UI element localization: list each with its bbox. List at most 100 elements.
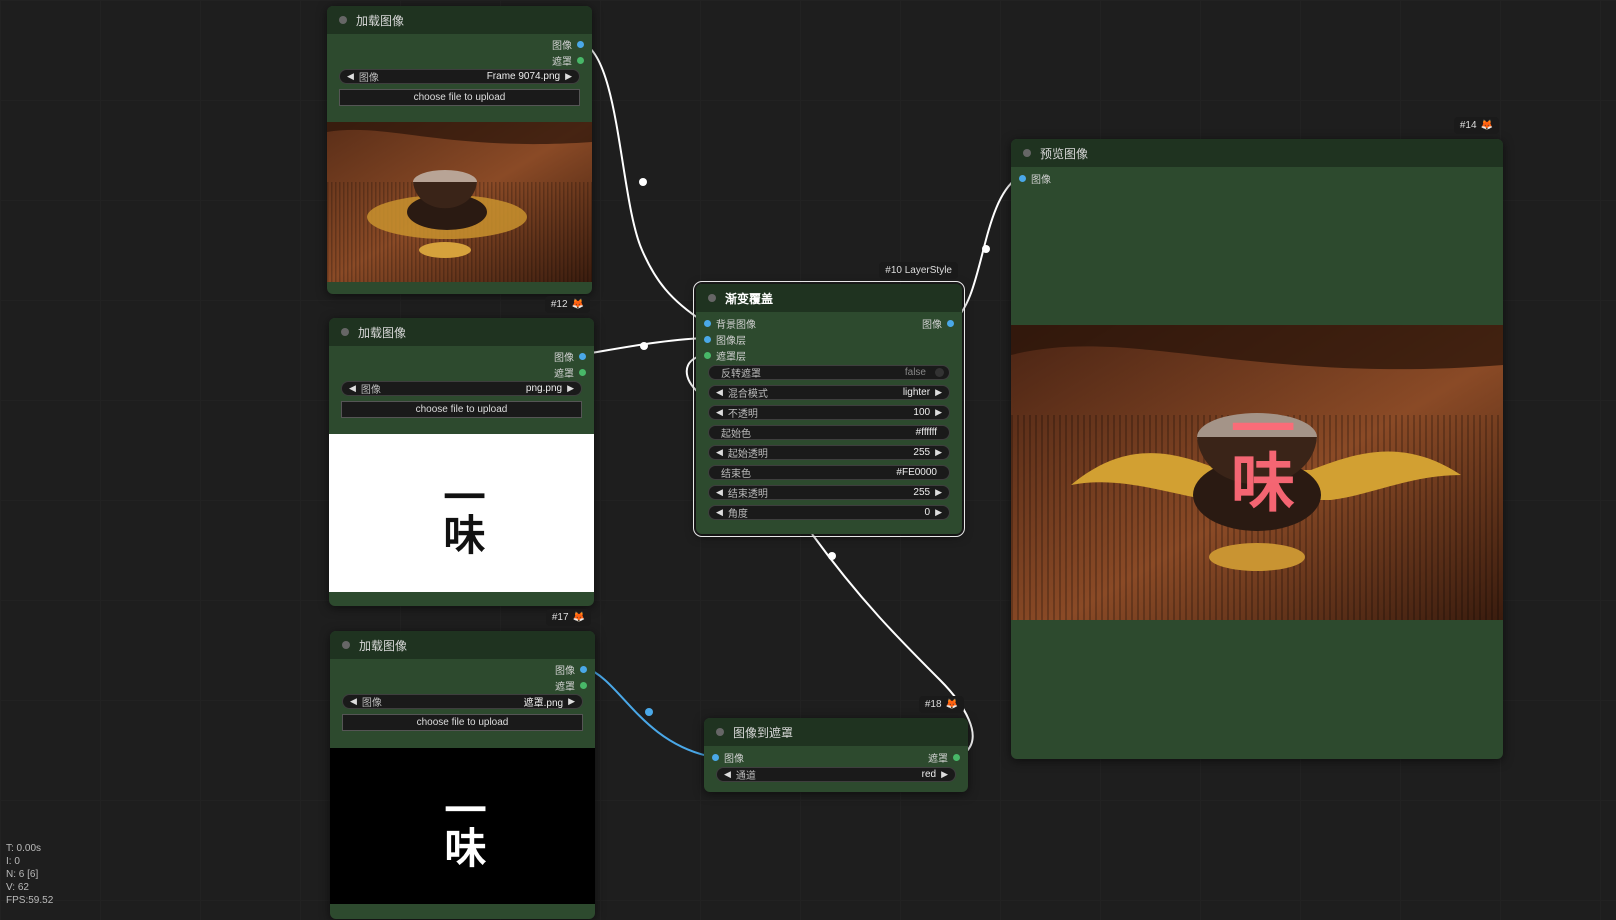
slot-dot-icon[interactable] — [579, 369, 586, 376]
right-arrow-icon[interactable]: ▶ — [935, 407, 942, 418]
start-alpha-number[interactable]: ◀ 起始透明 255 ▶ — [708, 445, 950, 460]
slot-dot-icon[interactable] — [704, 336, 711, 343]
output-mask-slot[interactable]: 遮罩 — [928, 750, 960, 765]
slot-dot-icon[interactable] — [580, 682, 587, 689]
widget-label: 图像 — [358, 73, 379, 84]
node-header[interactable]: 加载图像 — [330, 631, 595, 659]
right-arrow-icon[interactable]: ▶ — [935, 447, 942, 458]
output-mask-slot[interactable]: 遮罩 — [552, 53, 584, 68]
input-background-slot[interactable]: 背景图像 — [704, 316, 756, 331]
node-id-badge: #18 🦊 — [918, 696, 964, 713]
output-image-slot[interactable]: 图像 — [555, 662, 587, 677]
output-mask-slot[interactable]: 遮罩 — [554, 365, 586, 380]
slot-dot-icon[interactable] — [577, 57, 584, 64]
right-arrow-icon[interactable]: ▶ — [565, 71, 572, 82]
collapse-dot-icon[interactable] — [716, 728, 724, 736]
left-arrow-icon[interactable]: ◀ — [716, 507, 723, 518]
node-header[interactable]: 预览图像 — [1011, 139, 1503, 167]
toggle-knob[interactable] — [935, 368, 944, 377]
collapse-dot-icon[interactable] — [339, 16, 347, 24]
right-arrow-icon[interactable]: ▶ — [935, 507, 942, 518]
load-image-node-1[interactable]: 加载图像 图像 遮罩 ◀ 图像 Frame 9074.png ▶ choose … — [327, 6, 592, 294]
collapse-dot-icon[interactable] — [342, 641, 350, 649]
right-arrow-icon[interactable]: ▶ — [567, 383, 574, 394]
image-to-mask-node[interactable]: #18 🦊 图像到遮罩 图像 遮罩 ◀ 通道 red ▶ — [704, 696, 968, 792]
node-id: #18 — [924, 699, 942, 710]
right-arrow-icon[interactable]: ▶ — [941, 769, 948, 780]
collapse-dot-icon[interactable] — [341, 328, 349, 336]
slot-dot-icon[interactable] — [947, 320, 954, 327]
collapse-dot-icon[interactable] — [708, 294, 716, 302]
widget-label: 通道 — [735, 771, 756, 782]
input-image-slot[interactable]: 图像 — [1019, 171, 1051, 186]
input-image-slot[interactable]: 图像 — [712, 750, 744, 765]
node-header[interactable]: 加载图像 — [329, 318, 594, 346]
left-arrow-icon[interactable]: ◀ — [724, 769, 731, 780]
slot-dot-icon[interactable] — [712, 754, 719, 761]
output-image-slot[interactable]: 图像 — [922, 316, 954, 331]
left-arrow-icon[interactable]: ◀ — [716, 447, 723, 458]
left-arrow-icon[interactable]: ◀ — [716, 407, 723, 418]
input-mask-slot[interactable]: 遮罩层 — [704, 348, 746, 363]
link-dot — [982, 245, 990, 253]
left-arrow-icon[interactable]: ◀ — [347, 71, 354, 82]
left-arrow-icon[interactable]: ◀ — [349, 383, 356, 394]
slot-dot-icon[interactable] — [577, 41, 584, 48]
blend-mode-combo[interactable]: ◀ 混合模式 lighter ▶ — [708, 385, 950, 400]
image-combo[interactable]: ◀ 图像 Frame 9074.png ▶ — [339, 69, 580, 84]
channel-combo[interactable]: ◀ 通道 red ▶ — [716, 767, 956, 782]
slot-dot-icon[interactable] — [704, 320, 711, 327]
image-combo[interactable]: ◀ 图像 png.png ▶ — [341, 381, 582, 396]
link-dot — [640, 342, 648, 350]
node-id-badge: #14 🦊 — [1453, 117, 1499, 134]
slot-dot-icon[interactable] — [1019, 175, 1026, 182]
link-load2-to-layer — [584, 337, 705, 355]
slot-label: 图像 — [724, 754, 744, 765]
node-id: #17 — [551, 612, 569, 623]
input-layer-slot[interactable]: 图像层 — [704, 332, 746, 347]
output-image-slot[interactable]: 图像 — [554, 349, 586, 364]
gradient-overlay-node[interactable]: #10 LayerStyle 渐变覆盖 背景图像 图像层 遮罩层 图像 反转遮罩… — [693, 262, 965, 537]
widget-value: #FE0000 — [896, 467, 937, 478]
right-arrow-icon[interactable]: ▶ — [935, 487, 942, 498]
invert-mask-toggle[interactable]: 反转遮罩 false — [708, 365, 950, 380]
start-color-field[interactable]: 起始色 #ffffff — [708, 425, 950, 440]
right-arrow-icon[interactable]: ▶ — [568, 696, 575, 707]
preview-image-node[interactable]: #14 🦊 预览图像 图像 一味 — [1011, 117, 1503, 759]
slot-dot-icon[interactable] — [953, 754, 960, 761]
canvas-stats: T: 0.00s I: 0 N: 6 [6] V: 62 FPS:59.52 — [6, 842, 53, 907]
link-load1-to-bg — [582, 42, 705, 323]
end-color-field[interactable]: 结束色 #FE0000 — [708, 465, 950, 480]
slot-label: 图像 — [554, 353, 574, 364]
upload-button[interactable]: choose file to upload — [342, 714, 583, 731]
image-preview: 一味 — [329, 434, 594, 592]
load-image-node-3[interactable]: #17 🦊 加载图像 图像 遮罩 ◀ 图像 遮罩.png ▶ choose fil… — [330, 609, 595, 919]
slot-dot-icon[interactable] — [580, 666, 587, 673]
node-header[interactable]: 加载图像 — [327, 6, 592, 34]
node-header[interactable]: 图像到遮罩 — [704, 718, 968, 746]
load-image-node-2[interactable]: #12 🦊 加载图像 图像 遮罩 ◀ 图像 png.png ▶ choose fi… — [329, 296, 594, 606]
collapse-dot-icon[interactable] — [1023, 149, 1031, 157]
output-image-slot[interactable]: 图像 — [552, 37, 584, 52]
left-arrow-icon[interactable]: ◀ — [716, 487, 723, 498]
left-arrow-icon[interactable]: ◀ — [716, 387, 723, 398]
upload-button[interactable]: choose file to upload — [339, 89, 580, 106]
widget-label: 图像 — [360, 385, 381, 396]
angle-number[interactable]: ◀ 角度 0 ▶ — [708, 505, 950, 520]
slot-label: 遮罩层 — [716, 352, 746, 363]
output-mask-slot[interactable]: 遮罩 — [555, 678, 587, 693]
image-combo[interactable]: ◀ 图像 遮罩.png ▶ — [342, 694, 583, 709]
slot-label: 背景图像 — [716, 320, 756, 331]
opacity-number[interactable]: ◀ 不透明 100 ▶ — [708, 405, 950, 420]
left-arrow-icon[interactable]: ◀ — [350, 696, 357, 707]
node-id: #14 — [1459, 120, 1477, 131]
node-id-badge: #17 🦊 — [545, 609, 591, 626]
right-arrow-icon[interactable]: ▶ — [935, 387, 942, 398]
end-alpha-number[interactable]: ◀ 结束透明 255 ▶ — [708, 485, 950, 500]
node-header[interactable]: 渐变覆盖 — [696, 284, 962, 312]
fox-icon: 🦊 — [1480, 120, 1493, 131]
slot-label: 图像层 — [716, 336, 746, 347]
slot-dot-icon[interactable] — [704, 352, 711, 359]
upload-button[interactable]: choose file to upload — [341, 401, 582, 418]
slot-dot-icon[interactable] — [579, 353, 586, 360]
